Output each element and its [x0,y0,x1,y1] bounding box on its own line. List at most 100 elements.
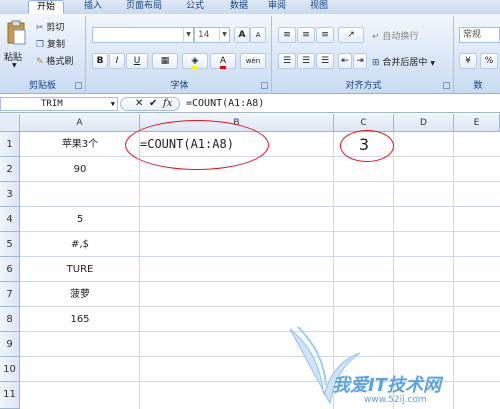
row-header-7[interactable]: 7 [0,282,20,307]
copy-button[interactable]: ❐ 复制 [36,37,65,50]
align-right-icon: ☰ [320,56,330,66]
number-group-label: 数 [473,81,483,91]
merge-center-button[interactable]: ⊞ 合并后居中 ▼ [372,55,435,68]
align-left-icon: ☰ [282,56,292,66]
chevron-down-icon: ▼ [110,100,115,108]
formula-input[interactable]: =COUNT(A1:A8) [182,97,500,111]
insert-function-button[interactable]: fx [163,98,172,110]
cell-a1[interactable]: 苹果3个 [20,132,140,157]
border-icon: ▦ [160,56,170,66]
row-header-5[interactable]: 5 [0,232,20,257]
row-header-10[interactable]: 10 [0,357,20,382]
scissors-icon: ✂ [36,23,44,33]
paste-icon [7,20,26,45]
dialog-launcher-icon[interactable] [261,82,268,89]
cell-a2[interactable]: 90 [20,157,140,182]
underline-button[interactable]: U [126,53,148,69]
grow-font-button[interactable]: A [234,27,250,43]
ribbon: 粘贴 ▼ ✂ 剪切 ❐ 复制 ✎ 格式刷 剪贴板 ▼ 14 ▼ A A B I U… [0,14,500,94]
align-top-button[interactable]: ≡ [278,27,296,43]
font-color-button[interactable]: A [210,53,236,69]
tab-view[interactable]: 视图 [304,0,334,14]
tab-page-layout[interactable]: 页面布局 [118,0,170,14]
column-header-d[interactable]: D [394,114,454,132]
row-header-4[interactable]: 4 [0,207,20,232]
font-size-combo[interactable]: 14 ▼ [194,27,230,43]
cell-a8[interactable]: 165 [20,307,140,332]
formula-annotation-ellipse [125,120,269,170]
wrap-text-label: 自动换行 [382,32,419,42]
column-header-a[interactable]: A [20,114,140,132]
cell-a6[interactable]: TURE [20,257,140,282]
font-name-combo[interactable]: ▼ [92,27,194,43]
align-center-button[interactable]: ☰ [297,53,315,69]
chevron-down-icon: ▼ [12,62,17,69]
align-bottom-icon: ≡ [321,30,329,40]
align-top-icon: ≡ [283,30,291,40]
increase-indent-button[interactable]: ⇥ [353,53,367,69]
align-right-button[interactable]: ☰ [316,53,334,69]
name-box-value: TRIM [41,99,63,109]
cell-a3[interactable] [20,182,140,207]
row-header-6[interactable]: 6 [0,257,20,282]
align-middle-button[interactable]: ≡ [297,27,315,43]
cut-button[interactable]: ✂ 剪切 [36,20,64,33]
percent-button[interactable]: % [480,53,498,69]
italic-button[interactable]: I [109,53,125,69]
indent-icon: ⇥ [356,56,364,66]
orientation-button[interactable]: ↗ [338,27,364,43]
name-box[interactable]: TRIM ▼ [0,97,118,111]
decrease-indent-button[interactable]: ⇤ [338,53,352,69]
tab-insert[interactable]: 插入 [78,0,108,14]
row-header-9[interactable]: 9 [0,332,20,357]
font-group: ▼ 14 ▼ A A B I U ▦ ◈ A wén 字体 [88,16,272,92]
tab-formulas[interactable]: 公式 [180,0,210,14]
cancel-icon[interactable]: ✕ [135,98,143,110]
tab-data[interactable]: 数据 [224,0,254,14]
row-header-3[interactable]: 3 [0,182,20,207]
row-header-8[interactable]: 8 [0,307,20,332]
align-middle-icon: ≡ [302,30,310,40]
cut-label: 剪切 [46,23,65,33]
enter-icon[interactable]: ✔ [149,98,157,110]
format-painter-button[interactable]: ✎ 格式刷 [36,54,73,67]
watermark: 我爱IT技术网 www.52ij.com [280,325,500,409]
formula-controls: ✕ ✔ fx [120,97,180,111]
copy-label: 复制 [46,40,65,50]
font-color-icon: A [219,56,227,69]
number-format-combo[interactable]: 常规 [459,27,500,43]
cell-a5[interactable]: #,$ [20,232,140,257]
borders-button[interactable]: ▦ [152,53,178,69]
select-all-corner[interactable] [0,114,20,132]
shrink-font-button[interactable]: A [250,27,266,43]
paste-button[interactable]: 粘贴 ▼ [3,20,29,74]
dialog-launcher-icon[interactable] [443,82,450,89]
wrap-icon: ↵ [372,32,380,42]
dialog-launcher-icon[interactable] [75,82,82,89]
row-header-11[interactable]: 11 [0,382,20,409]
font-size-value: 14 [198,30,210,40]
tab-review[interactable]: 审阅 [262,0,292,14]
row-header-1[interactable]: 1 [0,132,20,157]
currency-icon: ¥ [465,56,471,66]
row-header-2[interactable]: 2 [0,157,20,182]
align-center-icon: ☰ [301,56,311,66]
format-painter-label: 格式刷 [46,57,74,67]
fill-color-button[interactable]: ◈ [182,53,208,69]
result-annotation-ellipse [340,130,394,162]
phonetic-button[interactable]: wén [240,53,266,69]
tab-home[interactable]: 开始 [28,0,64,14]
column-header-e[interactable]: E [454,114,500,132]
wrap-text-button[interactable]: ↵ 自动换行 [372,29,418,42]
merge-icon: ⊞ [372,58,380,68]
currency-button[interactable]: ¥ [459,53,477,69]
bold-button[interactable]: B [92,53,108,69]
fill-bucket-icon: ◈ [191,56,199,69]
chevron-down-icon: ▼ [219,28,229,42]
alignment-group-label: 对齐方式 [345,81,382,91]
chevron-down-icon: ▼ [183,28,193,42]
align-left-button[interactable]: ☰ [278,53,296,69]
cell-a7[interactable]: 菠萝 [20,282,140,307]
align-bottom-button[interactable]: ≡ [316,27,334,43]
cell-a4[interactable]: 5 [20,207,140,232]
